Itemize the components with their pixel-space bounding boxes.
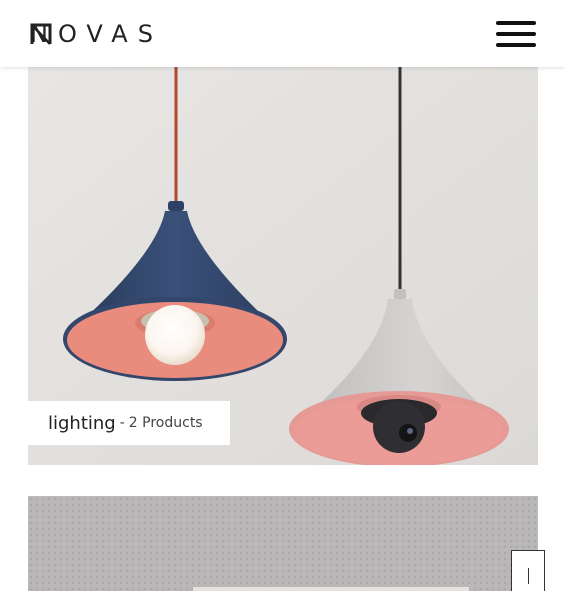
category-separator: -	[119, 415, 125, 431]
logo-n-mark-icon	[30, 22, 52, 46]
scroll-indicator-icon[interactable]	[511, 550, 545, 591]
category-label[interactable]: lighting - 2 Products	[28, 401, 230, 445]
category-name: lighting	[48, 412, 116, 434]
product-count: 2 Products	[128, 415, 203, 431]
hamburger-menu-icon[interactable]	[496, 21, 536, 47]
brand-logo[interactable]: NOVAS	[30, 18, 163, 50]
site-header: NOVAS	[0, 0, 565, 67]
next-category-card-image[interactable]	[28, 496, 538, 591]
